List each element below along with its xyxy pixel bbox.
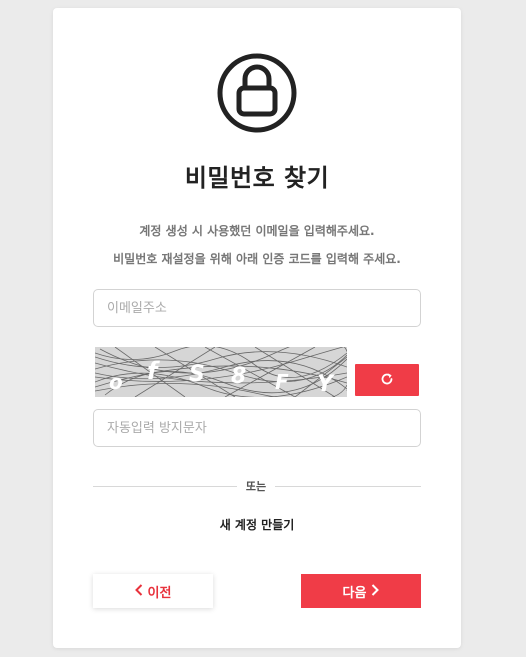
divider-left bbox=[93, 486, 237, 487]
find-password-card: 비밀번호 찾기 계정 생성 시 사용했던 이메일을 입력해주세요. 비밀번호 재… bbox=[53, 8, 461, 648]
chevron-left-icon bbox=[134, 583, 143, 599]
svg-text:F: F bbox=[275, 370, 289, 394]
captcha-image: o f S 8 F Y bbox=[94, 338, 363, 401]
divider-label: 또는 bbox=[245, 480, 267, 493]
captcha-refresh-button[interactable] bbox=[355, 364, 419, 396]
create-account-link[interactable]: 새 계정 만들기 bbox=[53, 516, 461, 533]
refresh-icon bbox=[380, 372, 394, 389]
svg-text:o: o bbox=[109, 370, 123, 394]
email-input[interactable] bbox=[93, 289, 421, 327]
page-title: 비밀번호 찾기 bbox=[184, 164, 330, 192]
description-captcha: 비밀번호 재설정을 위해 아래 인증 코드를 입력해 주세요. bbox=[113, 252, 401, 266]
next-button[interactable]: 다음 bbox=[301, 574, 421, 608]
prev-button-label: 이전 bbox=[147, 585, 172, 601]
prev-button[interactable]: 이전 bbox=[93, 574, 213, 608]
lock-icon bbox=[217, 49, 297, 137]
svg-text:8: 8 bbox=[231, 364, 246, 389]
chevron-right-icon bbox=[371, 583, 380, 599]
description-email: 계정 생성 시 사용했던 이메일을 입력해주세요. bbox=[139, 224, 375, 238]
captcha-input[interactable] bbox=[93, 409, 421, 447]
divider-right bbox=[275, 486, 421, 487]
svg-text:Y: Y bbox=[317, 372, 335, 397]
svg-text:S: S bbox=[189, 362, 205, 387]
next-button-label: 다음 bbox=[342, 585, 367, 601]
